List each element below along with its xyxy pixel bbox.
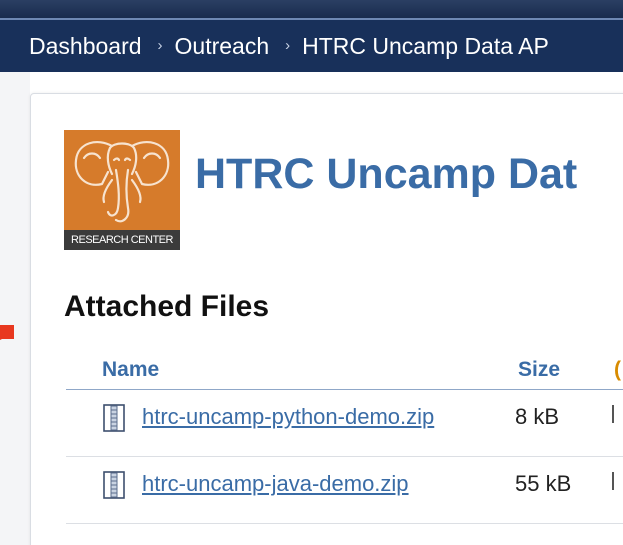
zip-file-icon <box>103 404 125 432</box>
page-title: HTRC Uncamp Dat <box>195 150 578 198</box>
table-row: htrc-uncamp-java-demo.zip 55 kB <box>66 457 623 524</box>
highlight-arrow-tail <box>0 325 14 339</box>
attached-files-heading: Attached Files <box>64 290 270 323</box>
table-row: htrc-uncamp-python-demo.zip 8 kB <box>66 390 623 457</box>
attachment-link[interactable]: htrc-uncamp-python-demo.zip <box>142 404 434 430</box>
browser-top-strip <box>0 0 623 20</box>
attachments-table-header: Name Size ( <box>66 355 623 390</box>
attachment-link[interactable]: htrc-uncamp-java-demo.zip <box>142 471 409 497</box>
attachment-size: 55 kB <box>515 471 572 496</box>
breadcrumb: Dashboard › Outreach › HTRC Uncamp Data … <box>0 20 623 72</box>
column-header-name[interactable]: Name <box>102 358 159 382</box>
breadcrumb-item-current-page[interactable]: HTRC Uncamp Data AP <box>302 33 549 60</box>
chevron-right-icon: › <box>285 36 291 54</box>
logo-label: RESEARCH CENTER <box>64 230 180 250</box>
app-window: Dashboard › Outreach › HTRC Uncamp Data … <box>0 0 623 545</box>
column-header-size[interactable]: Size <box>518 358 560 382</box>
breadcrumb-item-outreach[interactable]: Outreach <box>175 33 270 60</box>
space-logo[interactable]: RESEARCH CENTER <box>64 130 180 250</box>
column-header-truncated[interactable]: ( <box>614 358 621 382</box>
chevron-right-icon: › <box>157 36 163 54</box>
truncated-column-mark <box>612 472 614 490</box>
zip-file-icon <box>103 471 125 499</box>
breadcrumb-item-dashboard[interactable]: Dashboard <box>29 33 142 60</box>
truncated-column-mark <box>612 405 614 423</box>
elephant-icon <box>74 141 170 223</box>
attachment-size: 8 kB <box>515 404 560 429</box>
